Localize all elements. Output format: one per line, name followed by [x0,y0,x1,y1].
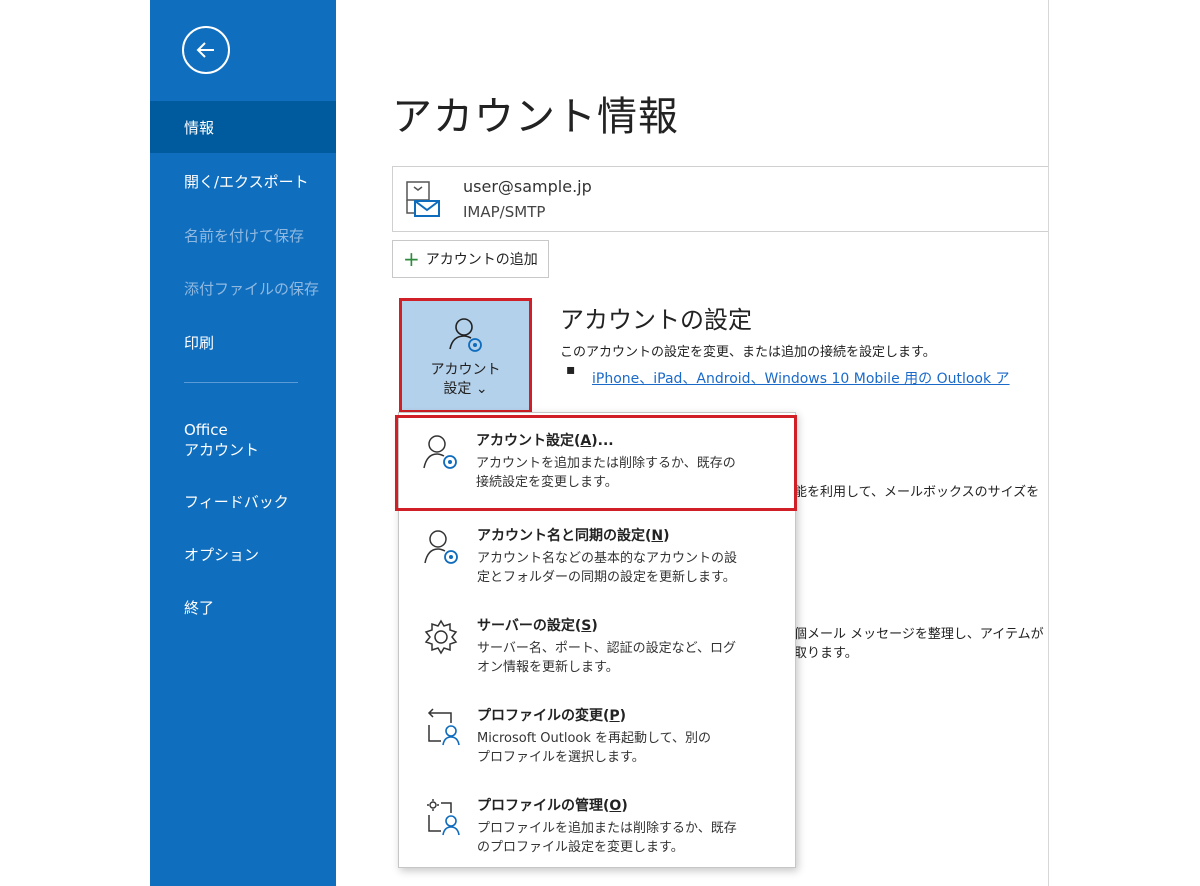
sidebar-item-info[interactable]: 情報 [150,101,336,153]
menu-item-description: アカウント名などの基本的なアカウントの設 定とフォルダーの同期の設定を更新します… [477,551,738,585]
sidebar-item-feedback[interactable]: フィードバック [150,475,336,527]
account-settings-label-line2: 設定 ⌄ [443,381,488,397]
account-settings-button[interactable]: アカウント 設定 ⌄ [399,298,532,413]
menu-item-server-settings[interactable]: サーバーの設定(S) サーバー名、ポート、認証の設定など、ログ オン情報を更新し… [399,603,795,691]
background-text-mailbox: 能を利用して、メールボックスのサイズを [794,485,1040,500]
sidebar-item-save-attachments[interactable]: 添付ファイルの保存 [150,262,336,314]
menu-item-change-profile[interactable]: プロファイルの変更(P) Microsoft Outlook を再起動して、別の… [399,693,795,781]
back-button[interactable] [182,26,230,74]
main-panel: アカウント情報 user@sample.jp IMAP/SMTP + アカウント… [336,0,1048,886]
background-text-line: 個メール メッセージを整理し、アイテムが [794,627,1044,642]
sidebar-item-label-line1: Office [184,421,228,439]
menu-item-account-name-sync[interactable]: アカウント名と同期の設定(N) アカウント名などの基本的なアカウントの設 定とフ… [399,513,795,601]
sidebar-item-label: 情報 [184,118,215,137]
bullet-marker: ▪ [566,362,576,378]
menu-item-description: Microsoft Outlook を再起動して、別の プロファイルを選択します… [477,731,712,765]
menu-item-title: プロファイルの変更(P) [477,708,627,724]
menu-item-description: プロファイルを追加または削除するか、既存 のプロファイル設定を変更します。 [477,821,737,855]
user-settings-icon [423,435,457,469]
change-profile-icon [427,708,460,746]
menu-item-title: アカウント名と同期の設定(N) [477,528,670,544]
back-arrow-icon [196,42,214,58]
sidebar-item-label: 添付ファイルの保存 [184,279,320,298]
mail-account-icon [406,181,440,217]
sidebar-item-exit[interactable]: 終了 [150,581,336,633]
menu-item-manage-profiles[interactable]: プロファイルの管理(O) プロファイルを追加または削除するか、既存 のプロファイ… [399,783,795,867]
sidebar-item-label-line2: アカウント [184,441,260,459]
sidebar-item-save-as[interactable]: 名前を付けて保存 [150,209,336,261]
account-settings-dropdown: アカウント設定(A)... アカウントを追加または削除するか、既存の 接続設定を… [395,412,797,868]
plus-icon: + [403,247,420,271]
menu-item-description: アカウントを追加または削除するか、既存の 接続設定を変更します。 [476,456,736,490]
sidebar-item-label: 名前を付けて保存 [184,226,305,245]
sidebar-item-options[interactable]: オプション [150,528,336,580]
manage-profile-icon [427,799,460,836]
sidebar-divider [184,382,298,383]
sidebar-item-open-export[interactable]: 開く/エクスポート [150,155,336,207]
background-text-cleanup: 個メール メッセージを整理し、アイテムが 取ります。 [794,625,1044,663]
sidebar-item-print[interactable]: 印刷 [150,316,336,368]
sidebar-item-label: オプション [184,545,260,564]
sidebar-item-label: 終了 [184,598,215,617]
menu-item-title: プロファイルの管理(O) [477,798,628,814]
account-selector[interactable]: user@sample.jp IMAP/SMTP [392,166,1048,232]
outlook-backstage: 情報 開く/エクスポート 名前を付けて保存 添付ファイルの保存 印刷 Offic… [150,0,1049,886]
menu-item-title: サーバーの設定(S) [477,618,598,634]
page-title: アカウント情報 [392,94,679,140]
section-description: このアカウントの設定を変更、または追加の接続を設定します。 [560,345,936,360]
menu-item-description: サーバー名、ポート、認証の設定など、ログ オン情報を更新します。 [477,641,736,675]
user-settings-icon [449,318,482,352]
sidebar-item-office-account[interactable]: Office アカウント [150,410,336,466]
gear-icon [424,619,458,655]
add-account-label: アカウントの追加 [425,252,538,268]
backstage-sidebar: 情報 開く/エクスポート 名前を付けて保存 添付ファイルの保存 印刷 Offic… [150,0,336,886]
sidebar-item-label: フィードバック [184,492,289,511]
section-title: アカウントの設定 [560,306,752,334]
menu-item-title: アカウント設定(A)... [476,433,614,449]
account-settings-label-line1: アカウント [430,362,501,378]
user-settings-icon [424,530,458,564]
sidebar-item-label: 印刷 [184,333,215,352]
sidebar-item-label: 開く/エクスポート [184,172,309,191]
mobile-outlook-link[interactable]: iPhone、iPad、Android、Windows 10 Mobile 用の… [592,368,1010,388]
account-type: IMAP/SMTP [463,203,546,221]
background-text-line: 取ります。 [794,646,858,661]
menu-item-account-settings[interactable]: アカウント設定(A)... アカウントを追加または削除するか、既存の 接続設定を… [395,415,797,511]
add-account-button[interactable]: + アカウントの追加 [392,240,549,278]
account-email: user@sample.jp [463,177,592,196]
